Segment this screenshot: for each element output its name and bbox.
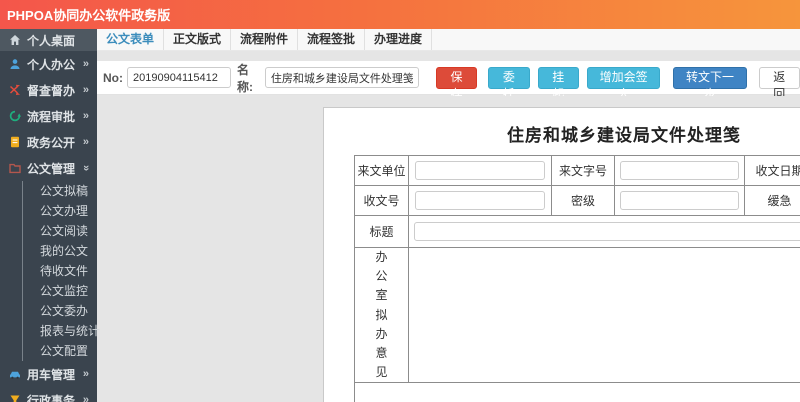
chevron-right-icon: »: [82, 394, 89, 402]
car-icon: [9, 368, 23, 380]
sidebar-item-label: 用车管理: [27, 367, 76, 382]
chevron-right-icon: »: [82, 110, 89, 122]
chevron-right-icon: »: [82, 84, 89, 96]
incoming-unit-input[interactable]: [414, 161, 546, 180]
sidebar-item-label: 公文管理: [27, 161, 76, 176]
sidebar-item-workflow-approval[interactable]: 流程审批 »: [0, 103, 97, 129]
sidebar-item-label: 督查督办: [27, 83, 76, 98]
office-opinion-label-cell: 办公室拟办意见: [354, 246, 409, 384]
sidebar-item-admin-affairs[interactable]: 行政事务 »: [0, 387, 97, 402]
content-area: 住房和城乡建设局文件处理笺 来文单位 来文字号 收文日期 收文号 密级 缓急 标…: [97, 96, 800, 402]
chevron-down-icon: »: [79, 164, 92, 172]
submenu-item-pending-files[interactable]: 待收文件: [23, 261, 97, 281]
incoming-ref-no-input[interactable]: [620, 161, 739, 180]
sidebar-item-supervision[interactable]: 督查督办 »: [0, 77, 97, 103]
submenu-item-my-docs[interactable]: 我的公文: [23, 241, 97, 261]
name-label: 名称:: [237, 62, 253, 94]
receive-no-cell: [408, 185, 552, 216]
top-bar: PHPOA协同办公软件政务版 ≡: [0, 0, 800, 29]
sidebar-item-personal-office[interactable]: 个人办公 »: [0, 51, 97, 77]
table-row: 办公室拟办意见: [354, 246, 800, 384]
back-button[interactable]: 返回: [758, 66, 800, 101]
doc-title-input[interactable]: [413, 222, 800, 241]
sidebar-item-label: 个人桌面: [27, 33, 76, 48]
main-leader-note-cell[interactable]: 主要领导批示:: [354, 382, 800, 402]
document-management-submenu: 公文拟稿 公文办理 公文阅读 我的公文 待收文件 公文监控 公文委办 报表与统计…: [22, 181, 100, 361]
tab-flow-signoff[interactable]: 流程签批: [298, 29, 365, 50]
doc-title-label: 标题: [354, 215, 409, 248]
hamburger-menu-icon[interactable]: ≡: [145, 4, 155, 24]
tab-bar-spacer: [432, 29, 800, 50]
sidebar-item-gov-disclosure[interactable]: 政务公开 »: [0, 129, 97, 155]
tab-bar: 公文表单 正文版式 流程附件 流程签批 办理进度: [97, 29, 800, 51]
content-gap: [97, 51, 800, 61]
suspend-button[interactable]: 挂起: [537, 66, 579, 101]
folder-icon: [9, 162, 23, 174]
table-row: 标题: [354, 215, 800, 248]
secrecy-level-cell: [614, 185, 745, 216]
secrecy-level-input[interactable]: [620, 191, 739, 210]
submenu-item-doc-draft[interactable]: 公文拟稿: [23, 181, 97, 201]
chevron-right-icon: »: [82, 58, 89, 70]
table-row: 来文单位 来文字号 收文日期: [354, 155, 800, 186]
sidebar-item-label: 行政事务: [27, 393, 76, 402]
chevron-right-icon: »: [82, 136, 89, 148]
table-row: 主要领导批示:: [354, 382, 800, 402]
submenu-item-reports-stats[interactable]: 报表与统计: [23, 321, 100, 341]
tab-progress[interactable]: 办理进度: [365, 29, 432, 50]
tab-document-form[interactable]: 公文表单: [97, 29, 164, 50]
tab-flow-attachments[interactable]: 流程附件: [231, 29, 298, 50]
sidebar-item-label: 流程审批: [27, 109, 76, 124]
sidebar-item-vehicle-management[interactable]: 用车管理 »: [0, 361, 97, 387]
receive-no-input[interactable]: [414, 191, 546, 210]
funnel-icon: [9, 394, 23, 402]
secrecy-level-label: 密级: [551, 185, 615, 216]
submenu-item-doc-read[interactable]: 公文阅读: [23, 221, 97, 241]
tab-body-layout[interactable]: 正文版式: [164, 29, 231, 50]
incoming-unit-label: 来文单位: [354, 155, 409, 186]
sidebar-item-document-management[interactable]: 公文管理 »: [0, 155, 97, 181]
document-icon: [9, 136, 23, 148]
office-opinion-label: 办公室拟办意见: [375, 250, 388, 380]
document-form-table: 来文单位 来文字号 收文日期 收文号 密级 缓急 标题 办公室拟办意见: [354, 155, 800, 402]
sidebar: 个人桌面 个人办公 » 督查督办 » 流程审批 » 政务公开 » 公文管理 »: [0, 29, 100, 402]
sidebar-item-label: 个人办公: [27, 57, 76, 72]
receive-no-label: 收文号: [354, 185, 409, 216]
delegate-button[interactable]: 委托: [488, 66, 530, 101]
doc-title-cell: [408, 215, 800, 248]
name-input[interactable]: [264, 67, 419, 88]
main-area: 公文表单 正文版式 流程附件 流程签批 办理进度 No: 名称: 保存 委托 挂…: [97, 29, 800, 402]
receive-date-label: 收文日期: [744, 155, 800, 186]
forward-next-step-button[interactable]: 转文下一步: [673, 66, 747, 101]
incoming-ref-no-cell: [614, 155, 745, 186]
document-toolbar: No: 名称: 保存 委托 挂起 增加会签人 转文下一步 返回: [97, 61, 800, 101]
no-label: No:: [103, 70, 123, 85]
table-row: 收文号 密级 缓急: [354, 185, 800, 216]
home-icon: [9, 34, 23, 46]
add-countersigner-button[interactable]: 增加会签人: [586, 66, 661, 101]
urgency-label: 缓急: [744, 185, 800, 216]
shuffle-icon: [9, 84, 23, 96]
submenu-item-doc-config[interactable]: 公文配置: [23, 341, 97, 361]
sidebar-item-personal-desktop[interactable]: 个人桌面: [0, 29, 97, 51]
document-paper: 住房和城乡建设局文件处理笺 来文单位 来文字号 收文日期 收文号 密级 缓急 标…: [323, 107, 800, 402]
chevron-right-icon: »: [82, 368, 89, 380]
submenu-item-doc-delegate[interactable]: 公文委办: [23, 301, 97, 321]
no-input[interactable]: [127, 67, 231, 88]
document-title: 住房和城乡建设局文件处理笺: [507, 126, 741, 145]
incoming-ref-no-label: 来文字号: [551, 155, 615, 186]
office-opinion-cell[interactable]: [408, 246, 800, 384]
incoming-unit-cell: [408, 155, 552, 186]
submenu-item-doc-monitor[interactable]: 公文监控: [23, 281, 97, 301]
user-icon: [9, 58, 23, 70]
save-button[interactable]: 保存: [435, 66, 478, 101]
submenu-item-doc-handle[interactable]: 公文办理: [23, 201, 97, 221]
sidebar-item-label: 政务公开: [27, 135, 76, 150]
cycle-arrow-icon: [9, 110, 23, 122]
